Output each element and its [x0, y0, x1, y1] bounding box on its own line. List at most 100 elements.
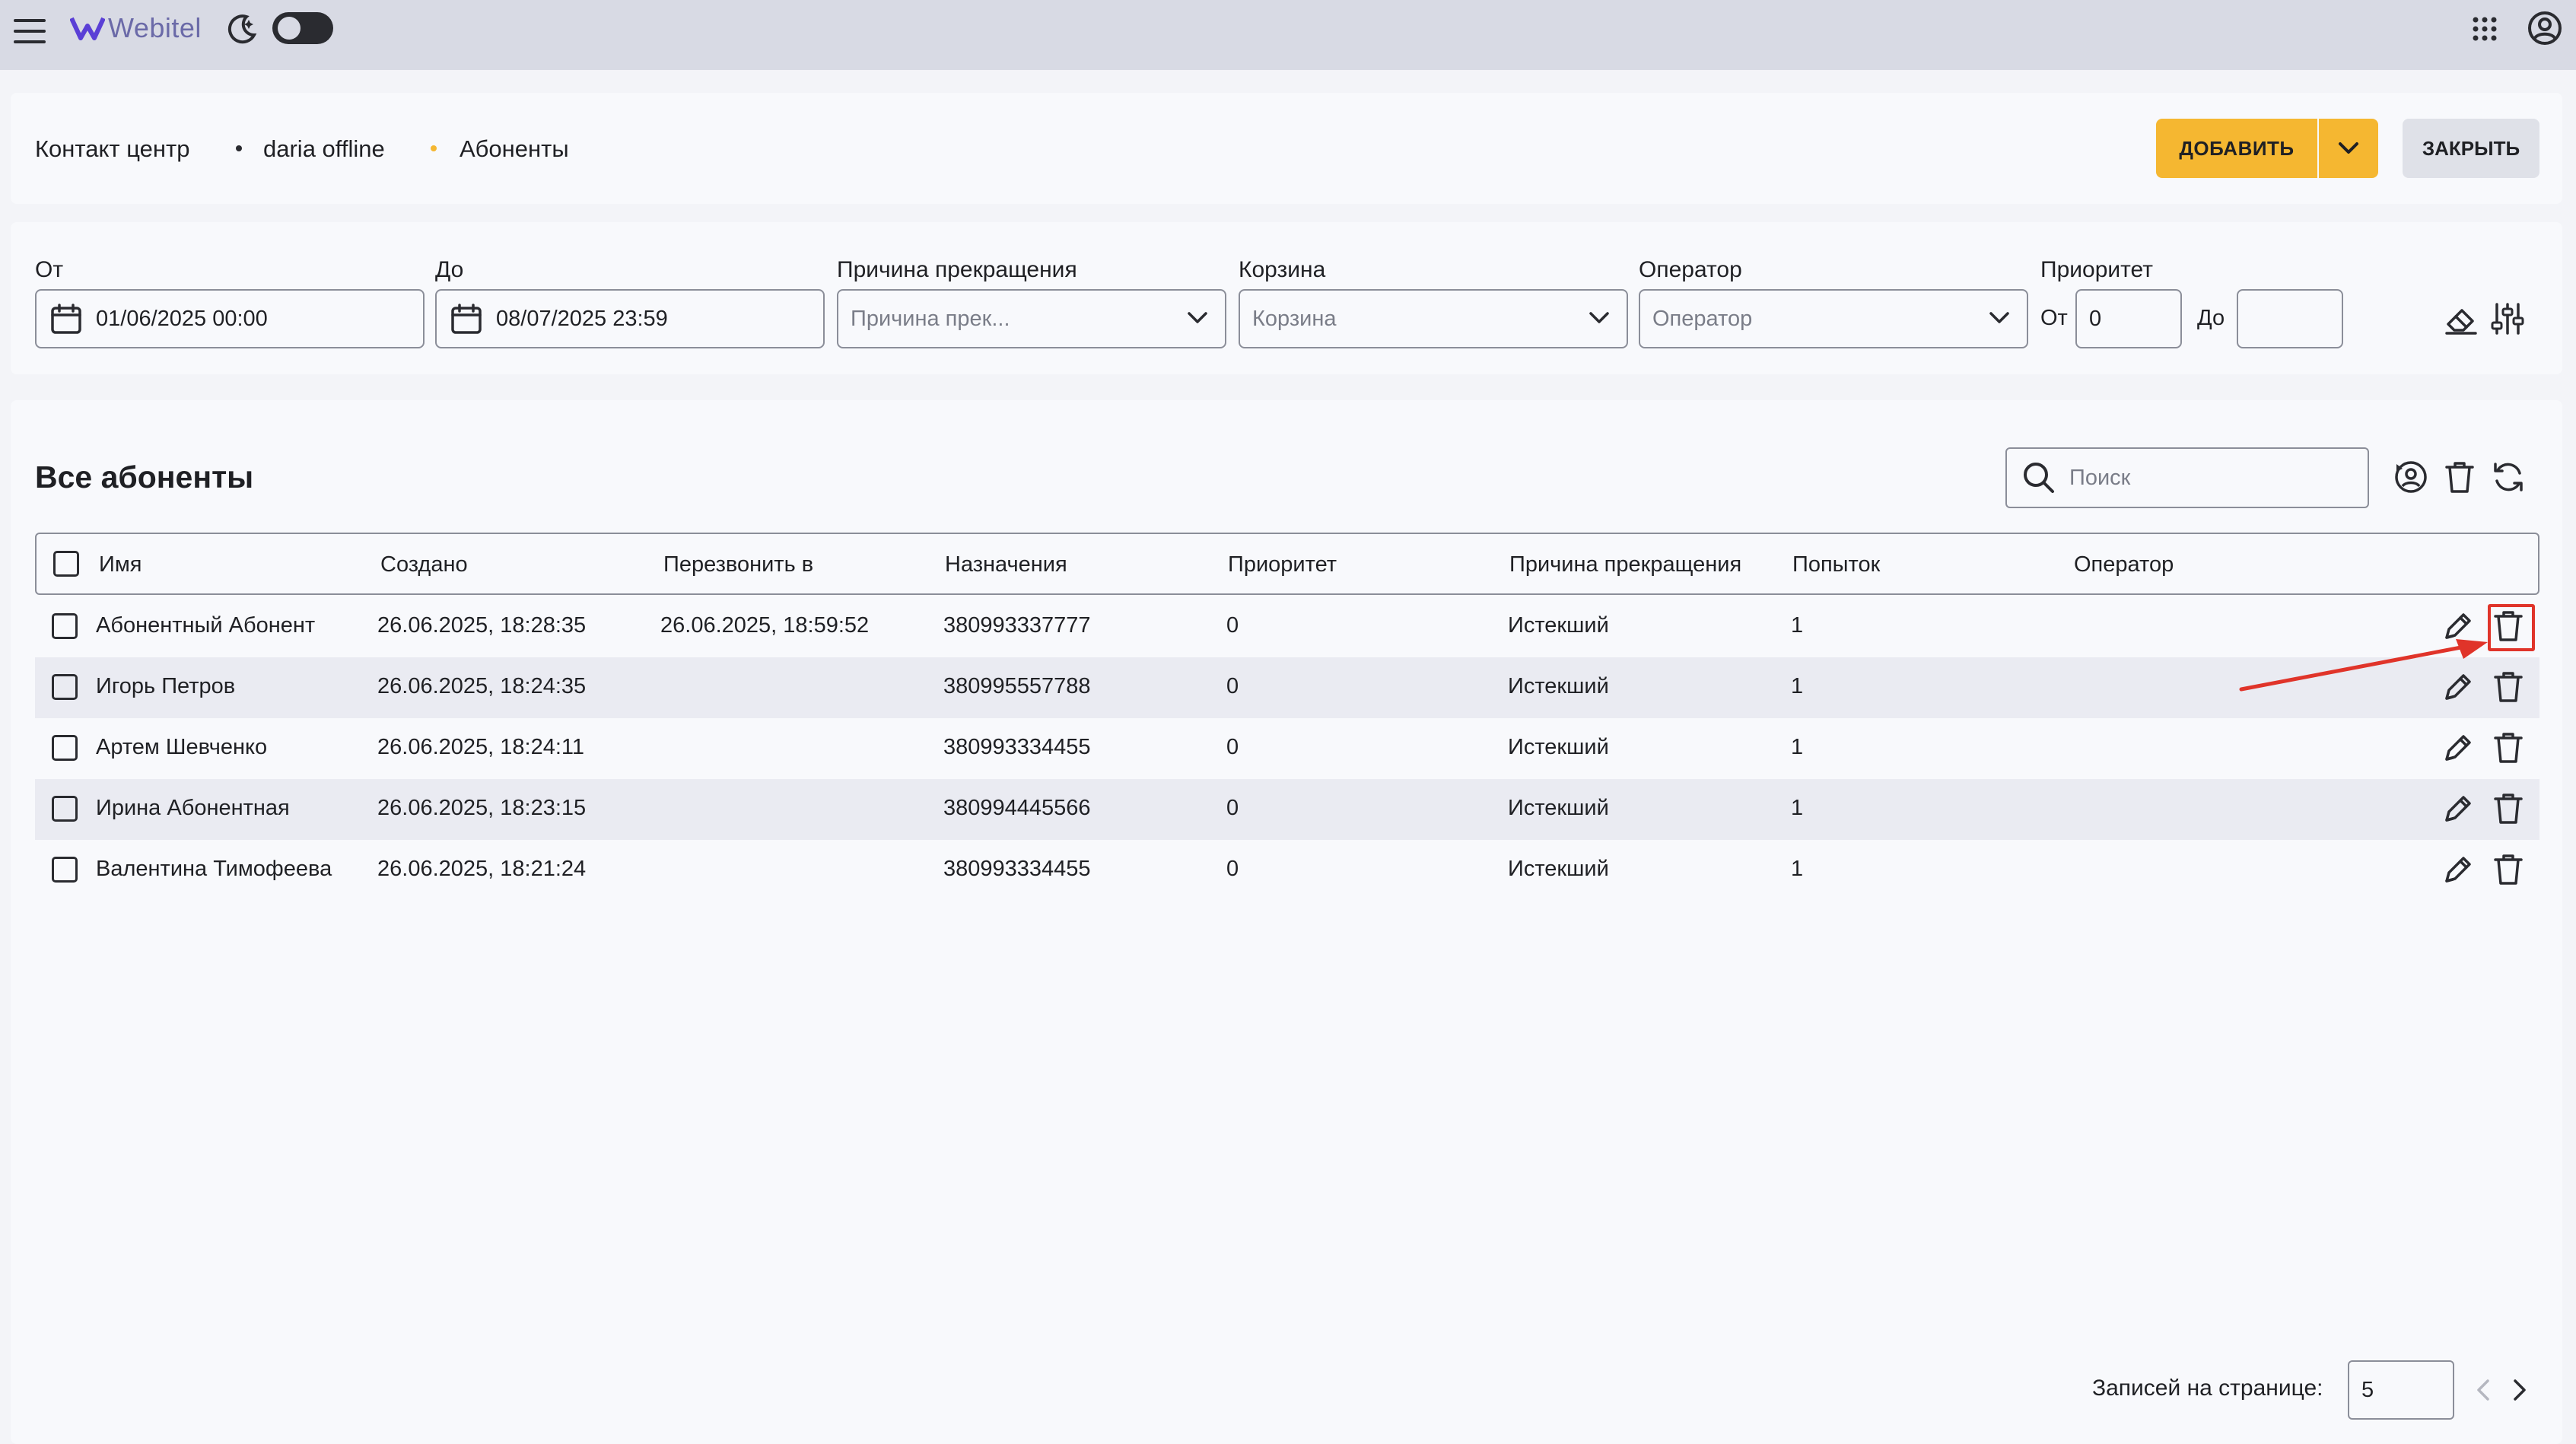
from-date-value: 01/06/2025 00:00 [96, 306, 268, 331]
table-row[interactable]: Игорь Петров 26.06.2025, 18:24:35 38099555… [35, 657, 2539, 718]
cell-destination: 380993334455 [943, 857, 1091, 881]
bucket-select[interactable]: Корзина [1239, 289, 1628, 348]
cell-stop-reason: Истекший [1508, 674, 1609, 698]
breadcrumb-item-queue[interactable]: daria offline [263, 135, 385, 163]
calendar-icon [451, 304, 482, 334]
column-header-callback[interactable]: Перезвонить в [663, 552, 813, 577]
cell-name: Артем Шевченко [96, 735, 268, 759]
eraser-icon[interactable] [2444, 301, 2479, 336]
cell-destination: 380994445566 [943, 796, 1091, 820]
row-checkbox[interactable] [52, 796, 78, 822]
reason-select[interactable]: Причина прек... [837, 289, 1226, 348]
reset-attempts-icon[interactable] [2393, 460, 2428, 495]
add-button[interactable]: ДОБАВИТЬ [2156, 119, 2317, 178]
delete-icon[interactable] [2492, 670, 2524, 708]
reason-placeholder: Причина прек... [851, 306, 1010, 331]
priority-from-value: 0 [2089, 306, 2102, 331]
cell-name: Ирина Абонентная [96, 796, 290, 820]
cell-created: 26.06.2025, 18:21:24 [377, 857, 587, 881]
chevron-right-icon[interactable] [2511, 1377, 2529, 1403]
bulk-delete-icon[interactable] [2444, 460, 2476, 495]
apps-grid-icon[interactable] [2471, 15, 2498, 43]
breadcrumb-separator [236, 145, 242, 151]
top-bar: Webitel [0, 0, 2576, 70]
priority-from-input[interactable]: 0 [2075, 289, 2182, 348]
delete-icon[interactable] [2492, 792, 2524, 829]
from-date-field[interactable]: 01/06/2025 00:00 [35, 289, 425, 348]
select-all-checkbox[interactable] [53, 551, 79, 577]
column-header-operator[interactable]: Оператор [2074, 552, 2174, 577]
operator-select[interactable]: Оператор [1639, 289, 2028, 348]
table-row[interactable]: Ирина Абонентная 26.06.2025, 18:23:15 3809… [35, 779, 2539, 840]
edit-icon[interactable] [2442, 854, 2474, 889]
table-row[interactable]: Абонентный Абонент 26.06.2025, 18:28:35 26… [35, 596, 2539, 657]
cell-priority: 0 [1226, 735, 1239, 759]
column-header-priority[interactable]: Приоритет [1228, 552, 1337, 577]
breadcrumb-item-subscribers: Абоненты [460, 135, 569, 162]
column-header-created[interactable]: Создано [380, 552, 468, 577]
per-page-label: Записей на странице: [2092, 1376, 2323, 1401]
row-checkbox[interactable] [52, 857, 78, 883]
breadcrumb-separator-active [431, 145, 437, 151]
cell-attempts: 1 [1791, 674, 1804, 698]
cell-stop-reason: Истекший [1508, 735, 1609, 759]
menu-icon[interactable] [14, 17, 46, 46]
calendar-icon [51, 304, 81, 334]
filter-settings-icon[interactable] [2491, 301, 2524, 336]
cell-created: 26.06.2025, 18:24:35 [377, 674, 587, 698]
chevron-down-icon [1589, 312, 1609, 323]
theme-toggle[interactable] [271, 11, 335, 46]
refresh-icon[interactable] [2491, 460, 2526, 495]
cell-attempts: 1 [1791, 796, 1804, 820]
table-header: Имя Создано Перезвонить в Назначения При… [35, 533, 2539, 595]
priority-label: Приоритет [2040, 257, 2153, 282]
operator-label: Оператор [1639, 257, 1742, 282]
add-dropdown-button[interactable] [2319, 119, 2378, 178]
search-placeholder: Поиск [2069, 465, 2131, 490]
column-header-destination[interactable]: Назначения [945, 552, 1067, 577]
close-button[interactable]: ЗАКРЫТЬ [2403, 119, 2539, 178]
row-checkbox[interactable] [52, 613, 78, 639]
cell-created: 26.06.2025, 18:28:35 [377, 613, 587, 638]
cell-destination: 380993334455 [943, 735, 1091, 759]
priority-to-input[interactable] [2237, 289, 2343, 348]
theme-moon-icon [224, 12, 259, 47]
chevron-left-icon[interactable] [2474, 1377, 2492, 1403]
breadcrumb-item-contact-center[interactable]: Контакт центр [35, 135, 189, 163]
cell-name: Игорь Петров [96, 674, 236, 698]
edit-icon[interactable] [2442, 793, 2474, 829]
priority-to-label: До [2197, 306, 2225, 330]
column-header-stop-reason[interactable]: Причина прекращения [1509, 552, 1741, 577]
column-header-name[interactable]: Имя [99, 552, 142, 577]
table-row[interactable]: Валентина Тимофеева 26.06.2025, 18:21:24 3… [35, 840, 2539, 901]
table-row[interactable]: Артем Шевченко 26.06.2025, 18:24:11 380993… [35, 718, 2539, 779]
cell-priority: 0 [1226, 674, 1239, 698]
cell-priority: 0 [1226, 613, 1239, 638]
search-input[interactable]: Поиск [2005, 447, 2369, 508]
cell-stop-reason: Истекший [1508, 613, 1609, 638]
cell-attempts: 1 [1791, 857, 1804, 881]
delete-icon[interactable] [2492, 853, 2524, 890]
priority-from-label: От [2040, 306, 2068, 330]
cell-priority: 0 [1226, 857, 1239, 881]
cell-priority: 0 [1226, 796, 1239, 820]
annotation-arrow [2239, 639, 2488, 692]
account-icon[interactable] [2527, 11, 2562, 46]
cell-attempts: 1 [1791, 735, 1804, 759]
chevron-down-icon [2339, 142, 2358, 154]
per-page-input[interactable]: 5 [2348, 1360, 2454, 1420]
to-date-value: 08/07/2025 23:59 [496, 306, 668, 331]
page-title: Все абоненты [35, 460, 254, 495]
search-icon [2024, 463, 2054, 493]
cell-stop-reason: Истекший [1508, 796, 1609, 820]
row-checkbox[interactable] [52, 674, 78, 700]
chevron-down-icon [1188, 312, 1207, 323]
cell-destination: 380993337777 [943, 613, 1091, 638]
edit-icon[interactable] [2442, 732, 2474, 768]
row-checkbox[interactable] [52, 735, 78, 761]
to-date-field[interactable]: 08/07/2025 23:59 [435, 289, 825, 348]
column-header-attempts[interactable]: Попыток [1792, 552, 1880, 577]
delete-icon[interactable] [2492, 731, 2524, 768]
logo-icon [70, 15, 105, 41]
cell-destination: 380995557788 [943, 674, 1091, 698]
